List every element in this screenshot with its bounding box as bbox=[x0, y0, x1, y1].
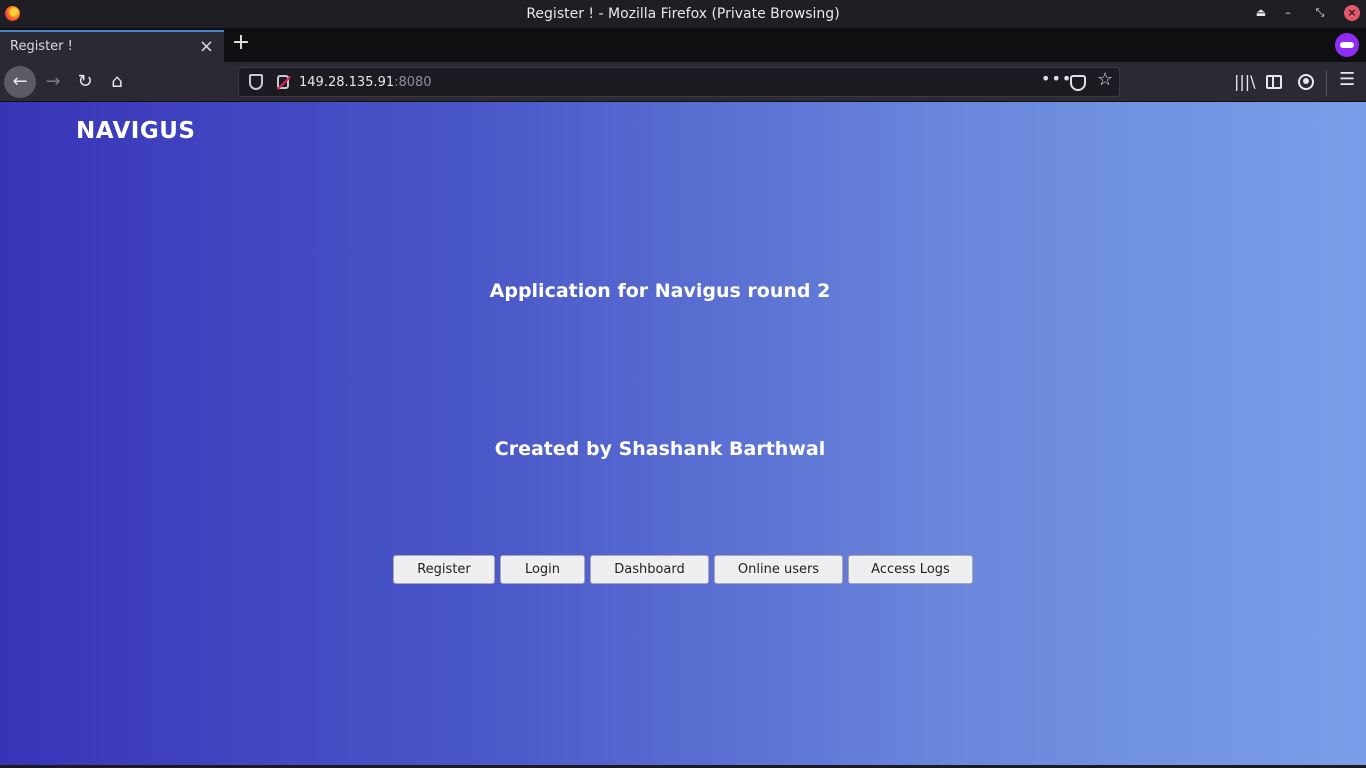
brand-title: NAVIGUS bbox=[76, 118, 196, 144]
page-content: NAVIGUS Application for Navigus round 2 … bbox=[0, 102, 1366, 765]
hamburger-menu-icon[interactable]: ☰ bbox=[1339, 70, 1355, 90]
page-headline: Application for Navigus round 2 bbox=[489, 280, 831, 302]
home-icon[interactable]: ⌂ bbox=[101, 66, 133, 98]
forward-arrow-icon[interactable]: → bbox=[37, 66, 69, 98]
new-tab-icon[interactable]: + bbox=[231, 32, 251, 56]
navigation-toolbar: ← → ↻ ⌂ 149.28.135.91:8080 ••• ☆ |||\ ☰ bbox=[0, 62, 1366, 102]
close-icon[interactable]: × bbox=[1344, 5, 1360, 21]
restore-icon[interactable]: ⤡ bbox=[1312, 5, 1328, 21]
url-bar[interactable]: 149.28.135.91:8080 ••• ☆ bbox=[238, 67, 1120, 97]
insecure-lock-icon[interactable] bbox=[277, 75, 289, 89]
shield-icon[interactable] bbox=[249, 74, 263, 90]
register-button[interactable]: Register bbox=[393, 555, 495, 584]
dashboard-button[interactable]: Dashboard bbox=[590, 555, 709, 584]
page-credit: Created by Shashank Barthwal bbox=[494, 438, 826, 460]
online-users-button[interactable]: Online users bbox=[714, 555, 843, 584]
bookmark-star-icon[interactable]: ☆ bbox=[1097, 71, 1113, 89]
url-text[interactable]: 149.28.135.91:8080 bbox=[299, 75, 432, 90]
back-arrow-icon[interactable]: ← bbox=[4, 66, 36, 98]
url-host: 149.28.135.91 bbox=[299, 75, 395, 90]
tab-label: Register ! bbox=[10, 39, 73, 54]
window-titlebar: Register ! - Mozilla Firefox (Private Br… bbox=[0, 0, 1366, 28]
window-title: Register ! - Mozilla Firefox (Private Br… bbox=[526, 6, 840, 22]
tab-register[interactable]: Register ! × bbox=[0, 30, 224, 62]
private-browsing-icon bbox=[1335, 33, 1359, 57]
tab-strip: Register ! × + bbox=[0, 28, 1366, 62]
minimize-icon[interactable]: – bbox=[1280, 5, 1296, 21]
url-port: :8080 bbox=[394, 75, 432, 90]
toolbar-divider bbox=[1326, 70, 1327, 96]
tab-close-icon[interactable]: × bbox=[199, 36, 214, 57]
pocket-icon[interactable] bbox=[1070, 75, 1086, 91]
login-button[interactable]: Login bbox=[500, 555, 585, 584]
library-icon[interactable]: |||\ bbox=[1234, 72, 1256, 92]
more-actions-icon[interactable]: ••• bbox=[1041, 70, 1072, 88]
eject-icon[interactable]: ⏏ bbox=[1253, 5, 1269, 21]
access-logs-button[interactable]: Access Logs bbox=[848, 555, 973, 584]
sidebar-icon[interactable] bbox=[1266, 75, 1282, 89]
reload-icon[interactable]: ↻ bbox=[69, 66, 101, 98]
account-icon[interactable] bbox=[1298, 74, 1314, 90]
action-buttons: Register Login Dashboard Online users Ac… bbox=[0, 555, 1366, 585]
